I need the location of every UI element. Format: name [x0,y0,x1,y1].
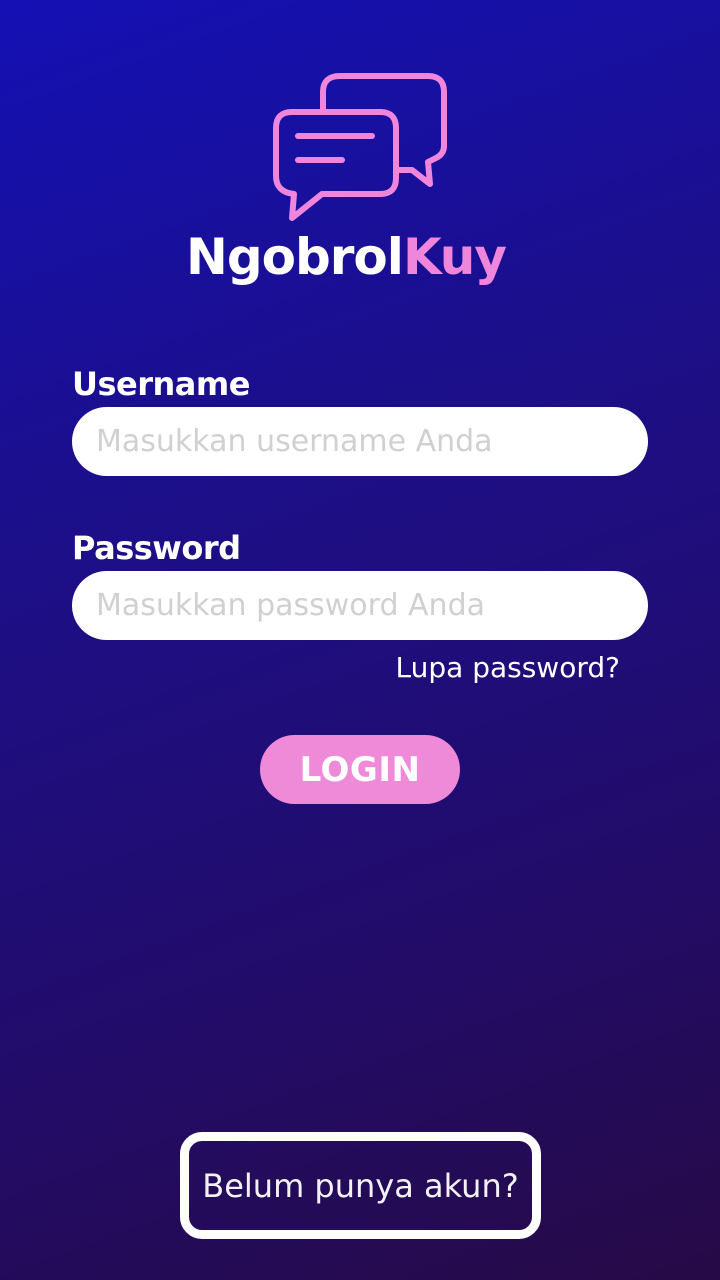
brand-name-part2: Kuy [402,228,507,286]
app-logo-text: NgobrolKuy [0,222,692,292]
register-button[interactable]: Belum punya akun? [180,1132,541,1239]
password-input[interactable] [72,571,648,640]
username-label: Username [72,365,250,403]
brand-name-part1: Ngobrol [186,228,404,286]
chat-bubbles-icon [273,73,447,221]
username-input[interactable] [72,407,648,476]
forgot-password-link[interactable]: Lupa password? [396,648,620,688]
password-label: Password [72,529,241,567]
login-button[interactable]: LOGIN [260,735,460,804]
